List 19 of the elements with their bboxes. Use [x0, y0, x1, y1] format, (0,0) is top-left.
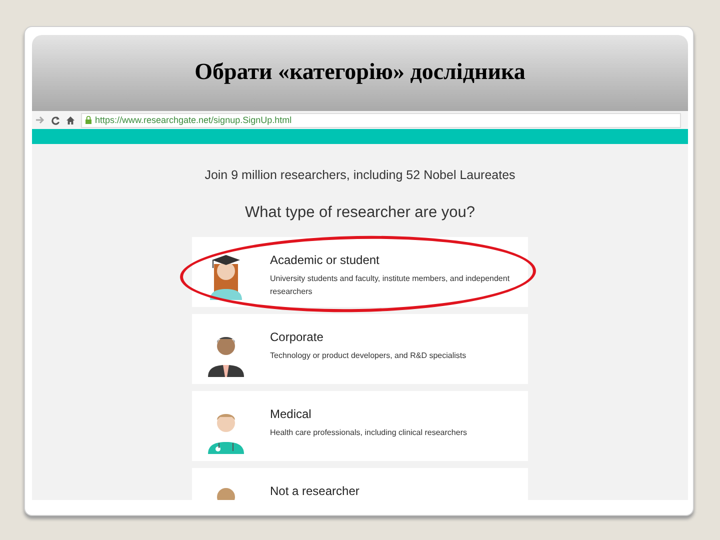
- researcher-type-card[interactable]: Medical Health care professionals, including clinical researchers: [192, 391, 528, 461]
- address-field[interactable]: https://www.researchgate.net/signup.SignUp.html: [81, 112, 681, 128]
- researcher-type-card[interactable]: Corporate Technology or product developers, and R&D specialists: [192, 314, 528, 384]
- reload-icon[interactable]: [51, 116, 60, 124]
- card-description: University students and faculty, institute members, and independent researchers: [270, 273, 511, 298]
- home-icon[interactable]: [66, 116, 75, 124]
- tagline: Join 9 million researchers, including 52 Nobel Laureates: [204, 167, 516, 184]
- slide-title: Обрати «категорію» дослідника: [194, 58, 526, 86]
- card-title: Academic or student: [270, 252, 380, 269]
- card-title: Not a researcher: [270, 483, 360, 500]
- researcher-type-card[interactable]: Academic or student University students and faculty, institute members, and independent researchers: [192, 237, 528, 307]
- card-title: Corporate: [270, 329, 324, 346]
- url-text: https://www.researchgate.net/signup.SignUp.html: [95, 116, 292, 124]
- researcher-type-card[interactable]: Not a researcher: [192, 468, 528, 500]
- lock-icon: [85, 116, 92, 124]
- card-description: Health care professionals, including clinical researchers: [270, 427, 468, 439]
- question-heading: What type of researcher are you?: [244, 202, 476, 223]
- card-title: Medical: [270, 406, 312, 423]
- card-description: Technology or product developers, and R&D specialists: [270, 350, 468, 362]
